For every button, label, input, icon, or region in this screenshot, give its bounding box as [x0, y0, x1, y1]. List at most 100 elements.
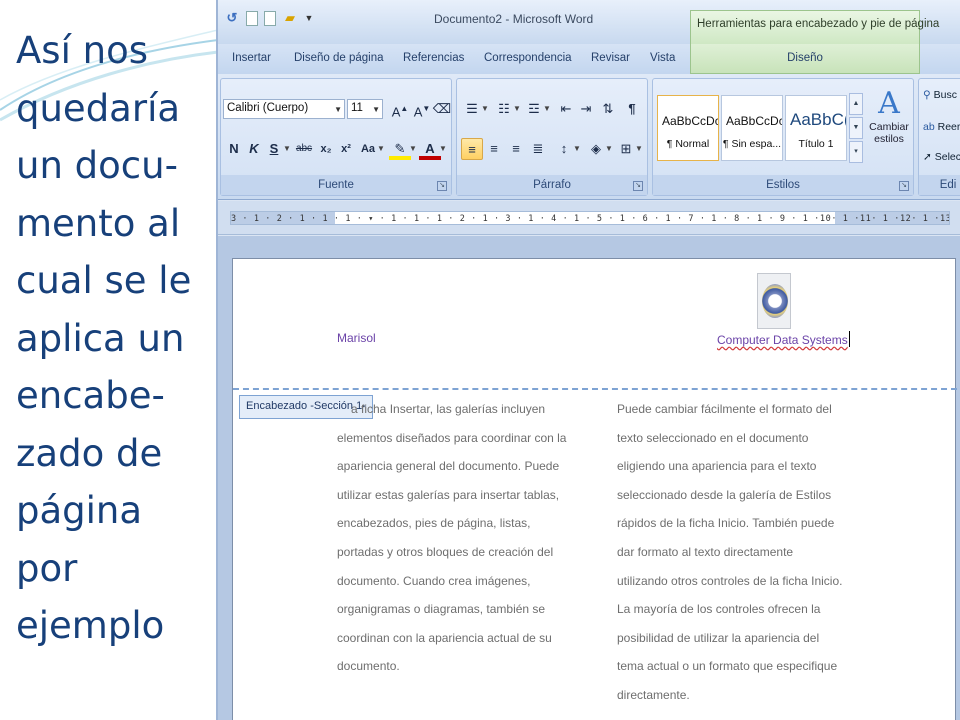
shrink-font-icon[interactable]: A▼ [411, 98, 433, 120]
bullets-chevron-icon[interactable]: ▼ [481, 98, 489, 120]
find-button[interactable]: ⚲ Busc [923, 89, 957, 101]
align-center-icon[interactable]: ≡ [483, 138, 505, 160]
body-line: organigramas o diagramas, también se [337, 602, 546, 617]
logo-emblem [762, 284, 788, 318]
sort-icon[interactable]: ⇅ [597, 98, 619, 120]
decrease-indent-icon[interactable]: ⇤ [555, 98, 577, 120]
select-button[interactable]: ➚ Selec [923, 151, 960, 163]
styles-group: AaBbCcDc ¶ Normal AaBbCcDc ¶ Sin espa...… [652, 78, 914, 196]
clear-formatting-icon[interactable]: ⌫ [431, 98, 453, 120]
body-column-left[interactable]: a ficha Insertar, las galerías incluyen … [337, 395, 566, 681]
ruler-strip[interactable]: 3 · 1 · 2 · 1 · 1 · 1 · ▾ · 1 · 1 · 1 · … [230, 211, 950, 225]
tab-vista[interactable]: Vista [650, 52, 675, 64]
multilevel-list-icon[interactable]: ☲ [523, 98, 545, 120]
show-formatting-marks-icon[interactable]: ¶ [621, 98, 643, 120]
strikethrough-button[interactable]: abc [293, 138, 315, 160]
tab-insertar[interactable]: Insertar [232, 52, 271, 64]
shading-icon[interactable]: ◈ [585, 138, 607, 160]
more-styles-icon[interactable]: ▾ [849, 141, 863, 163]
align-right-icon[interactable]: ≡ [505, 138, 527, 160]
font-name-select[interactable]: Calibri (Cuerpo) ▼ [223, 99, 345, 119]
change-case-chevron-icon[interactable]: ▼ [377, 138, 385, 160]
paragraph-dialog-launcher-icon[interactable]: ↘ [633, 181, 643, 191]
context-tab-header-label: Herramientas para encabezado y pie de pá… [697, 18, 940, 30]
body-line: utilizando otros controles de la ficha I… [617, 573, 843, 588]
line-spacing-icon[interactable]: ↕ [553, 138, 575, 160]
select-label: Selec [934, 151, 960, 163]
grow-font-icon[interactable]: A▲ [389, 98, 411, 120]
header-right-text[interactable]: Computer Data Systems [717, 331, 850, 347]
font-color-icon[interactable]: A [419, 138, 441, 160]
tab-correspondencia[interactable]: Correspondencia [484, 52, 572, 64]
header-boundary-line [233, 388, 957, 390]
style-titulo-1[interactable]: AaBbC( Título 1 [785, 95, 847, 161]
bullets-icon[interactable]: ☰ [461, 98, 483, 120]
document-page[interactable]: Marisol Computer Data Systems Encabezado… [232, 258, 957, 720]
italic-button[interactable]: K [243, 138, 265, 160]
horizontal-ruler[interactable]: 3 · 1 · 2 · 1 · 1 · 1 · ▾ · 1 · 1 · 1 · … [218, 201, 960, 235]
numbering-chevron-icon[interactable]: ▼ [513, 98, 521, 120]
increase-indent-icon[interactable]: ⇥ [575, 98, 597, 120]
borders-icon[interactable]: ⊞ [615, 138, 637, 160]
customize-toolbar-chevron-icon[interactable]: ▼ [304, 10, 314, 26]
body-column-right[interactable]: Puede cambiar fácilmente el formato del … [617, 395, 842, 710]
find-label: Busc [933, 89, 957, 101]
body-line: texto seleccionado en el documento [617, 430, 809, 445]
shading-chevron-icon[interactable]: ▼ [605, 138, 613, 160]
font-color-chevron-icon[interactable]: ▼ [439, 138, 447, 160]
underline-options-chevron-icon[interactable]: ▼ [283, 138, 291, 160]
style-sin-espaciado[interactable]: AaBbCcDc ¶ Sin espa... [721, 95, 783, 161]
text-cursor [848, 331, 850, 347]
new-document-icon[interactable] [246, 10, 258, 26]
change-styles-button[interactable]: A Cambiar estilos [867, 87, 911, 173]
styles-dialog-launcher-icon[interactable]: ↘ [899, 181, 909, 191]
borders-chevron-icon[interactable]: ▼ [635, 138, 643, 160]
numbering-icon[interactable]: ☷ [493, 98, 515, 120]
chevron-up-icon[interactable]: ▲ [849, 93, 863, 115]
underline-button[interactable]: S [263, 138, 285, 160]
change-case-button[interactable]: Aa [357, 138, 379, 160]
caption-line: mento al [16, 201, 181, 245]
binoculars-icon: ⚲ [923, 89, 931, 101]
body-line: utilizar estas galerías para insertar ta… [337, 487, 560, 502]
font-group: Calibri (Cuerpo) ▼ 11 ▼ A▲ A▼ ⌫ N K S ▼ … [220, 78, 452, 196]
open-folder-icon[interactable]: ▰ [282, 10, 298, 26]
font-size-select[interactable]: 11 ▼ [347, 99, 383, 119]
highlight-color-icon[interactable]: ✎ [389, 138, 411, 160]
replace-label: Reer [937, 121, 960, 133]
tab-diseno-context[interactable]: Diseño [690, 44, 920, 74]
superscript-button[interactable]: x² [335, 138, 357, 160]
caption-line: ejemplo [16, 604, 165, 647]
caption-line: Así nos [16, 29, 148, 72]
ribbon: Calibri (Cuerpo) ▼ 11 ▼ A▲ A▼ ⌫ N K S ▼ … [218, 74, 960, 200]
body-line: directamente. [617, 687, 690, 702]
body-line: seleccionado desde la galería de Estilos [617, 487, 832, 502]
line-spacing-chevron-icon[interactable]: ▼ [573, 138, 581, 160]
font-dialog-launcher-icon[interactable]: ↘ [437, 181, 447, 191]
header-left-text[interactable]: Marisol [337, 331, 376, 345]
tab-referencias[interactable]: Referencias [403, 52, 464, 64]
paragraph-group-label: Párrafo [457, 175, 647, 195]
font-size-value: 11 [351, 102, 363, 114]
tab-revisar[interactable]: Revisar [591, 52, 630, 64]
replace-button[interactable]: ab Reer [923, 121, 960, 133]
justify-icon[interactable]: ≣ [527, 138, 549, 160]
chevron-down-icon[interactable]: ▼ [849, 117, 863, 139]
bold-button[interactable]: N [223, 138, 245, 160]
caption-line: página [16, 489, 143, 532]
multilevel-chevron-icon[interactable]: ▼ [543, 98, 551, 120]
body-line: tema actual o un formato que especifique [617, 659, 838, 674]
highlight-chevron-icon[interactable]: ▼ [409, 138, 417, 160]
style-sample: AaBbCcDc [726, 114, 782, 128]
tab-diseno-pagina[interactable]: Diseño de página [294, 52, 384, 64]
header-right-label: Computer Data Systems [717, 333, 848, 347]
align-left-icon[interactable]: ≡ [461, 138, 483, 160]
print-preview-icon[interactable] [264, 10, 276, 26]
body-line: rápidos de la ficha Inicio. También pued… [617, 516, 835, 531]
style-normal[interactable]: AaBbCcDc ¶ Normal [657, 95, 719, 161]
undo-icon[interactable]: ↺ [224, 10, 240, 26]
company-logo [757, 273, 791, 329]
style-sample: AaBbC( [790, 110, 846, 129]
subscript-button[interactable]: x₂ [315, 138, 337, 160]
chevron-down-icon: ▼ [334, 105, 342, 114]
